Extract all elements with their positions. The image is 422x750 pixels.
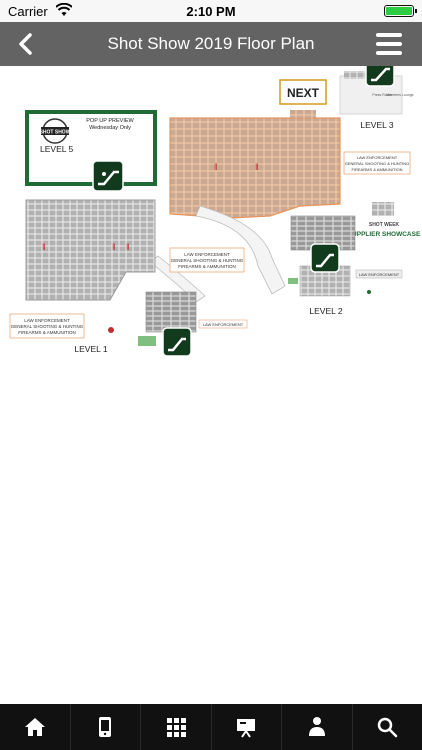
restroom-icon: ǁ [214,162,218,172]
category-box-left: LAW ENFORCEMENT GENERAL SHOOTING & HUNTI… [9,313,85,339]
level2-label: LEVEL 2 [309,306,343,316]
tab-home[interactable] [0,704,71,750]
floor-plan-map[interactable]: SHOT SHOW LEVEL 5 POP UP PREVIEW Wednesd… [0,66,422,366]
svg-text:GENERAL SHOOTING & HUNTING: GENERAL SHOOTING & HUNTING [11,324,84,329]
svg-text:GENERAL SHOOTING & HUNTING: GENERAL SHOOTING & HUNTING [171,258,244,263]
tab-person[interactable] [282,704,353,750]
category-box-center: LAW ENFORCEMENT GENERAL SHOOTING & HUNTI… [169,247,245,273]
svg-text:FIREARMS & AMMUNITION: FIREARMS & AMMUNITION [351,167,402,172]
svg-text:FIREARMS & AMMUNITION: FIREARMS & AMMUNITION [178,264,236,269]
supplier-showcase-logo: SHOT WEEK SUPPLIER SHOWCASE [348,222,421,238]
escalator-icon[interactable] [162,327,192,357]
svg-text:NEXT: NEXT [287,86,320,100]
svg-text:LAW ENFORCEMENT: LAW ENFORCEMENT [24,318,70,323]
popup-title: POP UP PREVIEW [86,118,134,124]
status-bar: Carrier 2:10 PM [0,0,422,22]
level1-label: LEVEL 1 [74,344,108,354]
restroom-icon: ǁ [42,242,46,252]
law-enforcement-label-bottom: LAW ENFORCEMENT [203,322,244,327]
members-lounge-label: Members Lounge [386,93,413,97]
next-logo: NEXT [279,79,327,105]
level3-label: LEVEL 3 [360,120,394,130]
level5-label: LEVEL 5 [40,144,74,154]
battery-icon [384,5,417,17]
tab-mobile[interactable] [71,704,141,750]
page-title: Shot Show 2019 Floor Plan [107,34,315,53]
tab-search[interactable] [353,704,422,750]
popup-subtitle: Wednesday Only [89,125,131,131]
home-icon [24,718,45,736]
bottom-tab-bar [0,704,422,750]
svg-text:FIREARMS & AMMUNITION: FIREARMS & AMMUNITION [18,330,76,335]
svg-text:SHOT WEEK: SHOT WEEK [369,222,400,228]
grid-icon [166,718,186,737]
category-box-right: LAW ENFORCEMENT GENERAL SHOOTING & HUNTI… [343,151,411,175]
svg-text:GENERAL SHOOTING & HUNTING: GENERAL SHOOTING & HUNTING [345,161,410,166]
mobile-device-icon [99,717,112,737]
shot-show-logo-text: SHOT SHOW [40,130,71,136]
law-enforcement-label-right: LAW ENFORCEMENT [359,272,400,277]
svg-text:LAW ENFORCEMENT: LAW ENFORCEMENT [357,155,398,160]
escalator-icon[interactable] [92,160,124,192]
svg-text:LAW ENFORCEMENT: LAW ENFORCEMENT [184,252,230,257]
hamburger-menu-icon[interactable] [376,33,402,55]
restroom-icon: ǁ [112,242,116,252]
navigation-bar: Shot Show 2019 Floor Plan [0,22,422,66]
escalator-icon[interactable] [365,66,395,87]
presentation-board-icon [237,719,256,738]
escalator-icon[interactable] [310,243,340,273]
tab-presentation[interactable] [212,704,282,750]
restroom-icon: ǁ [126,242,130,252]
restroom-icon: ǁ [255,162,259,172]
tab-grid[interactable] [141,704,212,750]
svg-text:SUPPLIER SHOWCASE: SUPPLIER SHOWCASE [348,231,421,238]
person-badge-icon [308,717,325,736]
search-icon [378,717,398,738]
clock: 2:10 PM [186,4,236,19]
